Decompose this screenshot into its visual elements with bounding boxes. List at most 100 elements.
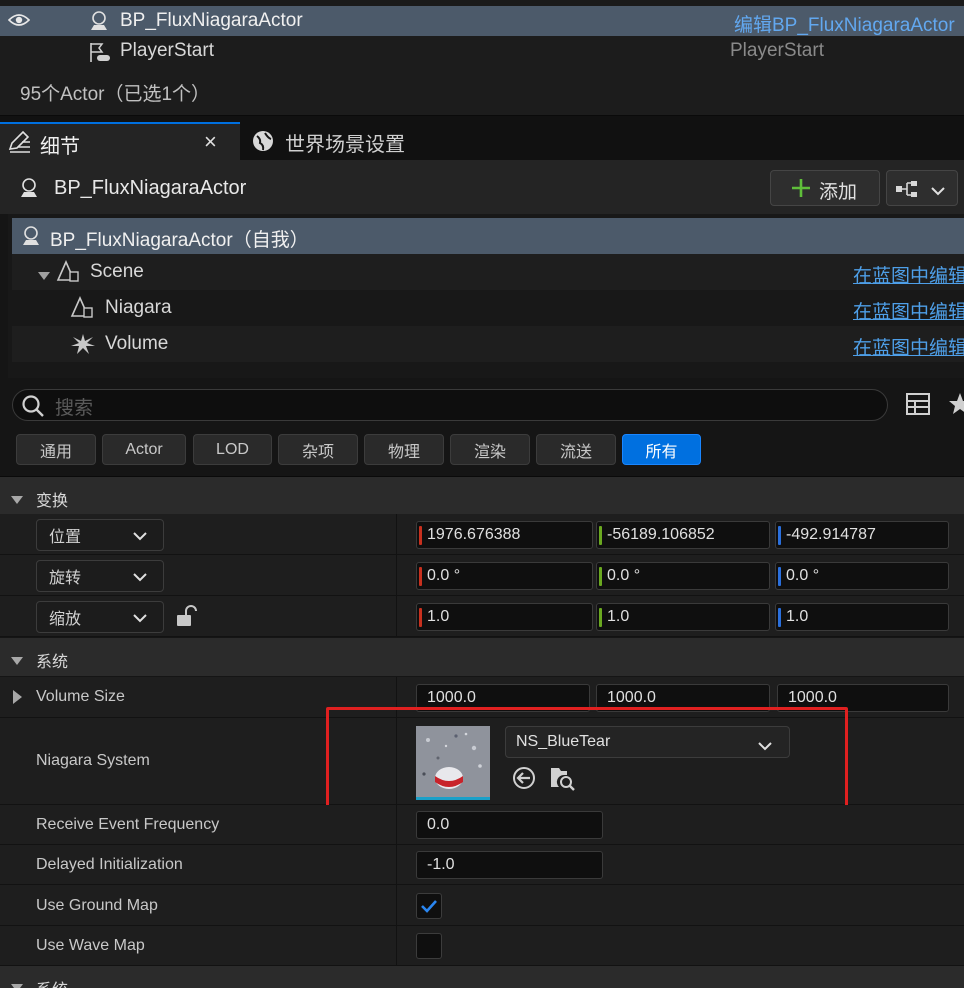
rotation-y-input[interactable]: 0.0 ° (596, 562, 770, 590)
actor-icon (18, 177, 40, 204)
rotation-mode-dropdown[interactable]: 旋转 (36, 560, 164, 592)
highlight-box (326, 707, 848, 816)
z-axis-marker (778, 608, 781, 627)
property-row-receive-event-frequency: Receive Event Frequency 0.0 (0, 805, 964, 845)
tab-world-settings[interactable]: 世界场景设置 (240, 122, 440, 160)
z-axis-marker (778, 526, 781, 545)
scale-x-input[interactable]: 1.0 (416, 603, 593, 631)
edit-in-blueprint-link[interactable]: 在蓝图中编辑 (853, 261, 964, 288)
field-value: -56189.106852 (607, 526, 715, 543)
use-ground-map-checkbox[interactable] (416, 893, 442, 919)
table-view-icon[interactable] (906, 393, 930, 420)
location-z-input[interactable]: -492.914787 (775, 521, 949, 549)
property-divider (396, 926, 397, 966)
search-input[interactable]: 搜索 (12, 389, 888, 421)
scale-z-input[interactable]: 1.0 (775, 603, 949, 631)
rotation-z-input[interactable]: 0.0 ° (775, 562, 949, 590)
edit-in-blueprint-link[interactable]: 在蓝图中编辑 (853, 297, 964, 324)
location-y-input[interactable]: -56189.106852 (596, 521, 770, 549)
property-label: Niagara System (36, 752, 150, 769)
favorite-star-icon[interactable] (948, 392, 964, 421)
property-label: Use Ground Map (36, 897, 158, 914)
property-divider (396, 596, 397, 637)
scale-y-input[interactable]: 1.0 (596, 603, 770, 631)
chevron-down-icon (931, 183, 945, 201)
property-row-use-ground-map: Use Ground Map (0, 885, 964, 926)
rotation-x-input[interactable]: 0.0 ° (416, 562, 593, 590)
component-name: Volume (105, 333, 169, 354)
category-system-2[interactable]: 系统 (0, 966, 964, 988)
delayed-initialization-input[interactable]: -1.0 (416, 851, 603, 879)
details-pencil-icon (8, 130, 32, 158)
outliner-row[interactable]: PlayerStart PlayerStart (0, 36, 964, 66)
edit-in-blueprint-link[interactable]: 在蓝图中编辑 (853, 333, 964, 360)
hierarchy-icon (895, 180, 921, 203)
tab-details[interactable]: 细节 × (0, 122, 240, 160)
field-value: 1.0 (786, 608, 809, 625)
field-value: 0.0 ° (427, 567, 461, 584)
field-value: 1.0 (427, 608, 450, 625)
filter-actor[interactable]: Actor (102, 434, 186, 465)
search-area: 搜索 (0, 378, 964, 428)
location-x-input[interactable]: 1976.676388 (416, 521, 593, 549)
property-row-rotation: 旋转 0.0 ° 0.0 ° 0.0 ° (0, 555, 964, 596)
x-axis-marker (419, 567, 422, 586)
property-row-use-wave-map: Use Wave Map (0, 926, 964, 966)
tab-close-button[interactable]: × (204, 129, 217, 155)
checkmark-icon (421, 900, 437, 913)
component-name: Scene (90, 261, 144, 282)
volume-component-icon (70, 332, 96, 361)
chevron-down-icon (133, 528, 147, 546)
property-divider (396, 514, 397, 555)
plus-icon (791, 178, 811, 203)
property-label: Receive Event Frequency (36, 816, 220, 833)
details-header: BP_FluxNiagaraActor 添加 (0, 160, 964, 214)
filter-rendering[interactable]: 渲染 (450, 434, 530, 465)
category-system[interactable]: 系统 (0, 638, 964, 676)
property-divider (396, 805, 397, 845)
filter-streaming[interactable]: 流送 (536, 434, 616, 465)
filter-lod[interactable]: LOD (193, 434, 272, 465)
field-value: 1000.0 (607, 689, 656, 706)
add-component-button[interactable]: 添加 (770, 170, 880, 206)
field-value: 1976.676388 (427, 526, 521, 543)
location-mode-dropdown[interactable]: 位置 (36, 519, 164, 551)
use-wave-map-checkbox[interactable] (416, 933, 442, 959)
outliner-actor-type-link[interactable]: 编辑BP_FluxNiagaraActor (734, 10, 955, 37)
dropdown-label: 缩放 (49, 611, 82, 628)
component-name: BP_FluxNiagaraActor（自我） (50, 230, 309, 251)
field-value: 1000.0 (788, 689, 837, 706)
visibility-eye-icon[interactable] (7, 12, 31, 34)
y-axis-marker (599, 608, 602, 627)
triangle-down-icon[interactable] (38, 268, 50, 286)
category-transform[interactable]: 变换 (0, 476, 964, 514)
scale-mode-dropdown[interactable]: 缩放 (36, 601, 164, 633)
field-value: -492.914787 (786, 526, 876, 543)
component-row-scene[interactable]: Scene 在蓝图中编辑 (12, 254, 964, 290)
triangle-right-icon[interactable] (13, 690, 22, 709)
component-row-niagara[interactable]: Niagara 在蓝图中编辑 (12, 290, 964, 326)
triangle-down-icon (11, 980, 23, 988)
receive-event-frequency-input[interactable]: 0.0 (416, 811, 603, 839)
property-row-scale: 缩放 1.0 1.0 1.0 (0, 596, 964, 637)
unlock-icon[interactable] (176, 605, 198, 632)
filter-misc[interactable]: 杂项 (278, 434, 358, 465)
components-tree: BP_FluxNiagaraActor（自我） Scene 在蓝图中编辑 Nia… (8, 214, 964, 378)
y-axis-marker (599, 526, 602, 545)
triangle-down-icon (11, 653, 23, 671)
blueprint-options-button[interactable] (886, 170, 958, 206)
component-row-self[interactable]: BP_FluxNiagaraActor（自我） (12, 218, 964, 254)
field-value: 0.0 (427, 816, 450, 833)
dropdown-label: 位置 (49, 529, 82, 546)
filter-all[interactable]: 所有 (622, 434, 701, 465)
component-row-volume[interactable]: Volume 在蓝图中编辑 (12, 326, 964, 362)
field-value: 1.0 (607, 608, 630, 625)
outliner-row-selected[interactable]: BP_FluxNiagaraActor 编辑BP_FluxNiagaraActo… (0, 6, 964, 36)
filter-general[interactable]: 通用 (16, 434, 96, 465)
actor-count-status: 95个Actor（已选1个） (20, 84, 211, 105)
y-axis-marker (599, 567, 602, 586)
field-value: 1000.0 (427, 689, 476, 706)
tab-label: 细节 (40, 136, 80, 158)
filter-physics[interactable]: 物理 (364, 434, 444, 465)
outliner-actor-name: BP_FluxNiagaraActor (120, 10, 303, 31)
